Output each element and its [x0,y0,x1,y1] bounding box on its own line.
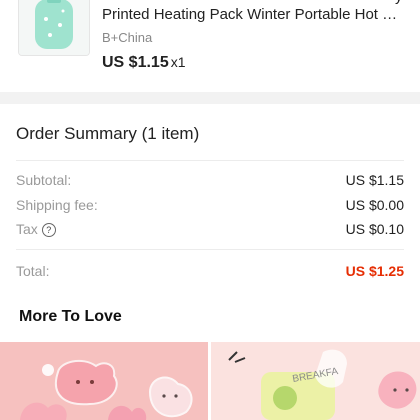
total-label: Total: [16,263,50,279]
tax-row: Tax? US $0.10 [16,221,404,241]
shipping-fee-row: Shipping fee: US $0.00 [16,197,404,217]
hand-warmer-product-image: BREAKFA [211,342,420,420]
item-quantity: x1 [170,54,186,70]
divider [16,160,404,161]
total-row: Total: US $1.25 [16,263,404,283]
tax-value: US $0.10 [345,221,404,237]
tax-label: Tax [16,221,38,237]
hot-water-bag-image [19,0,89,55]
shipping-fee-label: Shipping fee: [16,197,98,213]
order-item-card[interactable]: y Printed Heating Pack Winter Portable H… [0,0,420,92]
recommended-product-card[interactable] [0,342,208,420]
item-price: US $1.15 [102,54,169,71]
subtotal-row: Subtotal: US $1.15 [16,172,404,192]
hand-warmer-product-image [0,342,208,420]
price-row: US $1.15 x1 [102,54,186,72]
ship-from-label: B+China [102,30,153,45]
order-summary-title: Order Summary (1 item) [16,124,200,143]
tax-label-group: Tax? [16,221,56,237]
subtotal-label: Subtotal: [16,172,72,188]
help-icon[interactable]: ? [41,223,56,237]
divider [16,249,404,250]
recommended-product-card[interactable]: BREAKFA [211,342,420,420]
section-separator [0,92,420,104]
subtotal-value: US $1.15 [345,172,404,188]
order-summary: Order Summary (1 item) Subtotal: US $1.1… [0,104,420,292]
more-to-love-heading: More To Love [19,308,122,325]
shipping-fee-value: US $0.00 [345,197,404,213]
total-value: US $1.25 [345,263,404,279]
product-title-overflow: y [395,0,403,5]
product-title[interactable]: Printed Heating Pack Winter Portable Hot… [102,6,406,23]
product-thumbnail[interactable] [18,0,90,56]
section-gap [0,292,420,296]
